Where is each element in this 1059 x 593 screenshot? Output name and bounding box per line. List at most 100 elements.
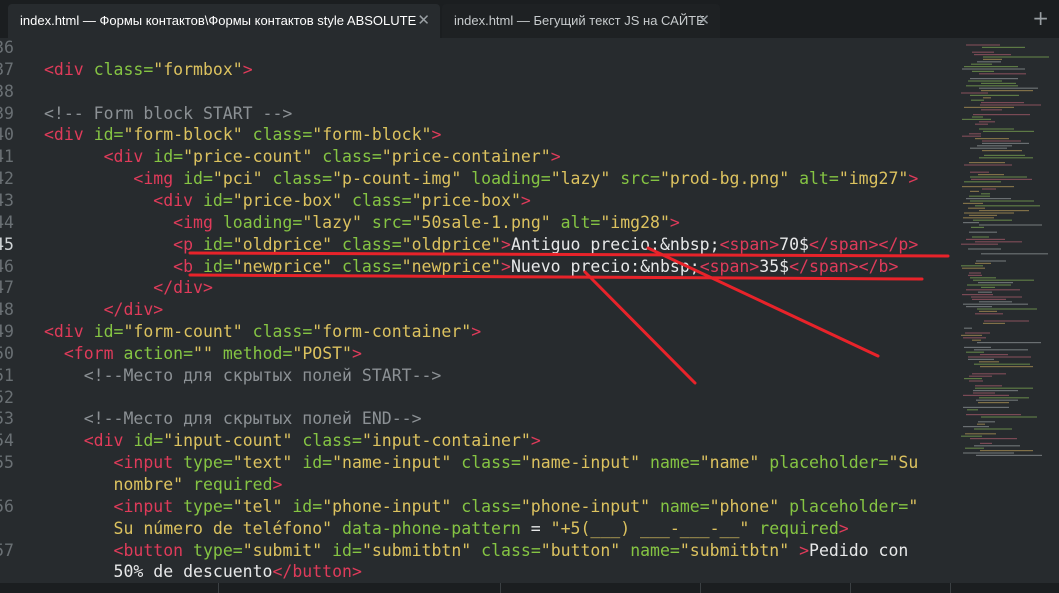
code-line[interactable]: 47 </div> xyxy=(0,277,950,299)
code-line[interactable]: 53 <!--Место для скрытых полей END--> xyxy=(0,408,950,430)
code-line[interactable]: 43 <div id="price-box" class="price-box"… xyxy=(0,190,950,212)
code-token: class= xyxy=(342,256,402,276)
minimap-line xyxy=(966,85,1018,87)
code-text: </div> xyxy=(44,277,213,299)
code-line[interactable]: 51 <!--Место для скрытых полей START--> xyxy=(0,365,950,387)
new-tab-icon[interactable]: + xyxy=(1032,6,1049,30)
minimap-line xyxy=(962,267,985,269)
minimap-line xyxy=(968,356,1031,358)
close-tab-icon[interactable]: ✕ xyxy=(417,4,430,38)
minimap-line xyxy=(978,174,1004,176)
code-line[interactable]: Su número de teléfono" data-phone-patter… xyxy=(0,518,950,540)
minimap-line xyxy=(962,294,993,296)
code-line[interactable]: 36 xyxy=(0,38,950,59)
minimap-line xyxy=(980,366,1033,368)
code-token: "img28" xyxy=(600,212,670,232)
minimap-line xyxy=(968,207,985,209)
code-token: = xyxy=(520,518,551,538)
code-line[interactable]: 37 <div class="formbox"> xyxy=(0,59,950,81)
code-line[interactable]: 38 xyxy=(0,81,950,103)
tab-index-formy[interactable]: index.html — Формы контактов\Формы конта… xyxy=(8,4,440,38)
minimap-line xyxy=(961,334,982,336)
code-line[interactable]: 52 xyxy=(0,387,950,409)
code-text: 50% de descuento</button> xyxy=(44,561,362,583)
code-line[interactable]: 50% de descuento</button> xyxy=(0,561,950,583)
code-token: "button" xyxy=(540,540,621,560)
line-number: 47 xyxy=(0,278,14,298)
code-token: id= xyxy=(332,540,362,560)
code-token: name= xyxy=(650,453,700,473)
code-token: "Su xyxy=(888,453,919,473)
code-line[interactable]: 39 <!-- Form block START --> xyxy=(0,103,950,125)
code-token: <img xyxy=(133,169,174,189)
minimap-line xyxy=(979,301,1012,303)
code-token: class= xyxy=(272,169,333,189)
code-line[interactable]: 50 <form action="" method="POST"> xyxy=(0,343,950,365)
close-tab-icon[interactable]: ✕ xyxy=(697,4,710,38)
code-token: "lazy" xyxy=(550,169,611,189)
minimap-line xyxy=(983,97,991,99)
code-token: "text" xyxy=(232,453,293,473)
code-line[interactable]: 56 <input type="tel" id="phone-input" cl… xyxy=(0,496,950,518)
code-line[interactable]: 41 <div id="price-count" class="price-co… xyxy=(0,146,950,168)
line-number: 52 xyxy=(0,387,14,407)
minimap-line xyxy=(970,200,1034,202)
code-token: placeholder= xyxy=(769,453,889,473)
code-token: "submit" xyxy=(242,540,323,560)
minimap[interactable] xyxy=(955,38,1059,583)
code-editor[interactable]: 3637<div class="formbox">3839<!-- Form b… xyxy=(0,38,950,583)
code-line[interactable]: 48 </div> xyxy=(0,299,950,321)
code-line[interactable]: 45 <p id="oldprice" class="oldprice">Ant… xyxy=(0,234,950,256)
code-token: Nuevo precio:&nbsp; xyxy=(510,256,700,276)
minimap-line xyxy=(968,358,994,360)
line-number: 43 xyxy=(0,190,14,210)
code-line[interactable]: 57 <button type="submit" id="submitbtn" … xyxy=(0,540,950,562)
code-line[interactable]: nombre" required> xyxy=(0,474,950,496)
code-token: <div xyxy=(44,322,84,342)
line-number: 48 xyxy=(0,300,14,320)
code-token: id= xyxy=(93,322,124,342)
minimap-line xyxy=(963,222,979,224)
code-token: loading= xyxy=(471,169,551,189)
minimap-line xyxy=(970,190,979,192)
code-line[interactable]: 40<div id="form-block" class="form-block… xyxy=(0,124,950,146)
minimap-line xyxy=(966,198,1011,200)
code-token: <input xyxy=(113,496,174,516)
code-token: class= xyxy=(481,540,541,560)
minimap-line xyxy=(964,66,1018,68)
code-token: "phone-input" xyxy=(322,496,452,516)
minimap-line xyxy=(973,114,1030,116)
minimap-line xyxy=(977,145,1012,147)
minimap-line xyxy=(963,394,1009,396)
code-token: > xyxy=(431,125,442,145)
code-token: "form-block" xyxy=(312,125,432,145)
line-number: 41 xyxy=(0,147,14,167)
code-line[interactable]: 49 <div id="form-count" class="form-conta… xyxy=(0,321,950,343)
minimap-line xyxy=(969,231,997,233)
code-line[interactable]: 46 <b id="newprice" class="newprice">Nue… xyxy=(0,256,950,278)
code-line[interactable]: 55 <input type="text" id="name-input" cl… xyxy=(0,452,950,474)
code-token: id= xyxy=(202,234,233,254)
code-text: <img loading="lazy" src="50sale-1.png" a… xyxy=(44,212,680,234)
code-token: > xyxy=(471,322,482,342)
code-token: class= xyxy=(461,453,521,473)
code-token: "input-container" xyxy=(361,431,531,451)
tab-index-begushchiy[interactable]: index.html — Бегущий текст JS на САЙТЕ ✕ xyxy=(442,4,720,38)
code-token: "price-count" xyxy=(183,147,313,167)
code-line[interactable]: 54 <div id="input-count" class="input-co… xyxy=(0,430,950,452)
line-number: 46 xyxy=(0,256,14,276)
code-line[interactable]: 42 <img id="pci" class="p-count-img" loa… xyxy=(0,168,950,190)
code-line[interactable]: 44 <img loading="lazy" src="50sale-1.png… xyxy=(0,212,950,234)
